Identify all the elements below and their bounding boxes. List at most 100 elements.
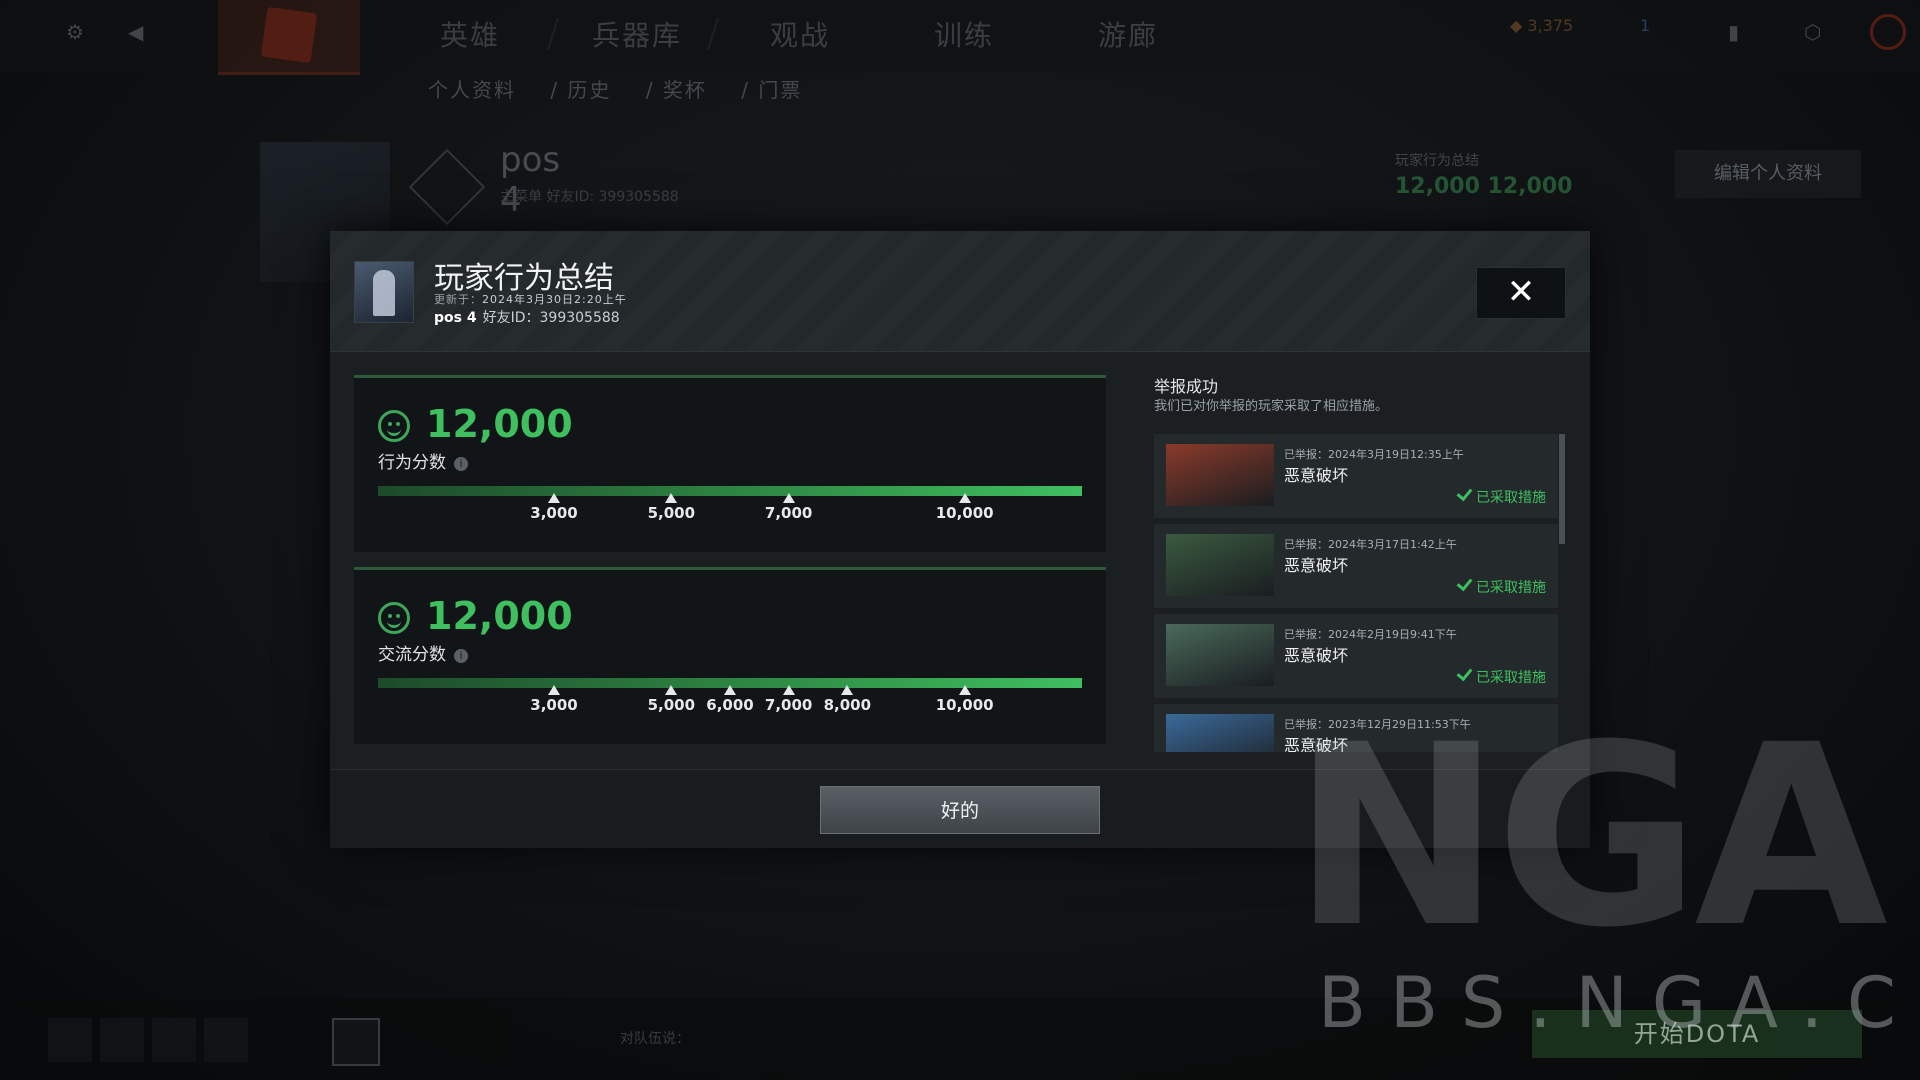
back-arrow-icon[interactable]: ◀ (128, 20, 154, 46)
triangle-marker-icon (548, 493, 560, 503)
close-button[interactable]: ✕ (1476, 267, 1566, 319)
report-item[interactable]: 已举报：2024年2月19日9:41下午 恶意破坏 已采取措施 (1154, 614, 1558, 698)
info-icon[interactable]: i (454, 649, 468, 663)
report-status-text: 已采取措施 (1476, 670, 1546, 686)
profile-friend-id: 主菜单 好友ID: 399305588 (500, 189, 679, 205)
reports-subtitle: 我们已对你举报的玩家采取了相应措施。 (1154, 399, 1389, 414)
gear-icon[interactable]: ⚙ (66, 20, 92, 46)
hero-silhouette-icon (373, 270, 395, 316)
communication-score-label: 交流分数 i (378, 640, 468, 665)
party-slot[interactable] (48, 1018, 92, 1062)
report-item[interactable]: 已举报：2024年3月17日1:42上午恶意破坏已采取措施 (1154, 524, 1558, 608)
updated-timestamp: 更新于：2024年3月30日2:20上午 (434, 291, 627, 307)
edit-profile-button[interactable]: 编辑个人资料 (1675, 150, 1861, 198)
triangle-marker-icon (665, 685, 678, 695)
party-slot[interactable] (152, 1018, 196, 1062)
tab-heroes[interactable]: 英雄 (440, 14, 500, 54)
subnav-trophies[interactable]: / 奖杯 (646, 78, 707, 102)
shield-icon[interactable]: ▮ (1728, 20, 1754, 46)
score-threshold-tick: 10,000 (925, 685, 1005, 714)
triangle-marker-icon (958, 685, 971, 695)
report-status-text: 已采取措施 (1476, 580, 1546, 596)
tab-arcade[interactable]: 游廊 (1098, 14, 1158, 54)
score-threshold-tick: 5,000 (631, 493, 711, 522)
triangle-marker-icon (724, 685, 736, 695)
shards-counter[interactable]: ◆ 3,375 (1510, 16, 1573, 35)
hero-portrait (1166, 444, 1274, 506)
player-name: pos 4 (434, 310, 477, 326)
tick-label: 5,000 (647, 504, 696, 522)
report-list-scrollbar[interactable] (1559, 434, 1565, 544)
power-icon[interactable] (1870, 14, 1906, 50)
score-threshold-tick: 3,000 (514, 493, 594, 522)
profile-subnav: 个人资料 / 历史 / 奖杯 / 门票 (428, 74, 828, 103)
player-identity: pos 4 好友ID：399305588 (434, 307, 620, 327)
nav-divider (706, 18, 720, 50)
report-item[interactable]: 已举报：2024年3月19日12:35上午恶意破坏已采取措施 (1154, 434, 1558, 518)
triangle-marker-icon (665, 493, 678, 503)
behavior-score-label-text: 行为分数 (378, 453, 446, 473)
shard-icon: ◆ (1510, 16, 1523, 35)
hero-portrait (1166, 534, 1274, 596)
behavior-score-label: 行为分数 i (378, 448, 468, 473)
tick-label: 10,000 (935, 696, 994, 714)
ok-button[interactable]: 好的 (820, 786, 1100, 834)
tick-label: 7,000 (764, 504, 813, 522)
dialog-header: 玩家行为总结 更新于：2024年3月30日2:20上午 pos 4 好友ID：39… (330, 231, 1590, 352)
settings-hex-icon[interactable]: ⬡ (1804, 20, 1830, 46)
player-friend-id: 好友ID：399305588 (482, 310, 620, 326)
hero-portrait (1166, 624, 1274, 686)
tick-label: 8,000 (823, 696, 872, 714)
tab-watch[interactable]: 观战 (770, 14, 830, 54)
report-reason: 恶意破坏 (1284, 556, 1349, 575)
updated-prefix: 更新于： (434, 293, 482, 306)
behavior-score-value: 12,000 (426, 402, 573, 446)
check-icon (1456, 484, 1473, 502)
party-slot[interactable] (100, 1018, 144, 1062)
profile-score-values: 12,000 12,000 (1395, 174, 1573, 199)
profile-name: pos 4 (500, 140, 561, 220)
dota-logo-button[interactable] (218, 0, 360, 75)
hero-portrait (1166, 714, 1274, 752)
subnav-history[interactable]: / 历史 (550, 78, 611, 102)
battle-pass-icon[interactable] (332, 1018, 380, 1066)
party-slot[interactable] (204, 1018, 248, 1062)
report-status: 已采取措施 (1456, 484, 1546, 507)
score-threshold-tick: 10,000 (925, 493, 1005, 522)
triangle-marker-icon (548, 685, 560, 695)
nga-watermark-logo: NGA (1292, 691, 1888, 982)
score-threshold-tick: 8,000 (807, 685, 887, 714)
score-threshold-tick: 3,000 (514, 685, 594, 714)
tick-label: 3,000 (530, 504, 578, 522)
communication-score-label-text: 交流分数 (378, 645, 446, 665)
reports-title: 举报成功 (1154, 377, 1219, 396)
report-date: 已举报：2024年2月19日9:41下午 (1284, 628, 1457, 641)
smile-face-icon (378, 602, 410, 634)
updated-time: 2024年3月30日2:20上午 (482, 293, 627, 306)
triangle-marker-icon (782, 493, 795, 503)
triangle-marker-icon (958, 493, 971, 503)
tab-armory[interactable]: 兵器库 (592, 14, 682, 54)
notification-count: 1 (1640, 16, 1651, 35)
score-threshold-tick: 7,000 (749, 493, 829, 522)
player-avatar (354, 261, 414, 323)
nga-watermark-url: BBS.NGA.CN (1318, 962, 1920, 1044)
dota-logo-icon (260, 6, 318, 64)
notification-badge[interactable]: 1 (1640, 16, 1650, 35)
smile-face-icon (378, 410, 410, 442)
check-icon (1456, 664, 1473, 682)
report-status-text: 已采取措施 (1476, 490, 1546, 506)
shards-value: 3,375 (1527, 16, 1574, 35)
triangle-marker-icon (782, 685, 795, 695)
triangle-marker-icon (841, 685, 854, 695)
behavior-score-panel: 12,000 行为分数 i 3,000 5,000 7,000 10,000 (354, 375, 1106, 552)
report-status: 已采取措施 (1456, 664, 1546, 687)
info-icon[interactable]: i (454, 457, 468, 471)
subnav-tickets[interactable]: / 门票 (741, 78, 802, 102)
report-date: 已举报：2024年3月17日1:42上午 (1284, 538, 1457, 551)
subnav-profile[interactable]: 个人资料 (428, 78, 516, 102)
report-date: 已举报：2024年3月19日12:35上午 (1284, 448, 1464, 461)
tab-learn[interactable]: 训练 (934, 14, 994, 54)
report-reason: 恶意破坏 (1284, 466, 1349, 485)
party-chat-hint[interactable]: 对队伍说： (620, 1028, 690, 1048)
